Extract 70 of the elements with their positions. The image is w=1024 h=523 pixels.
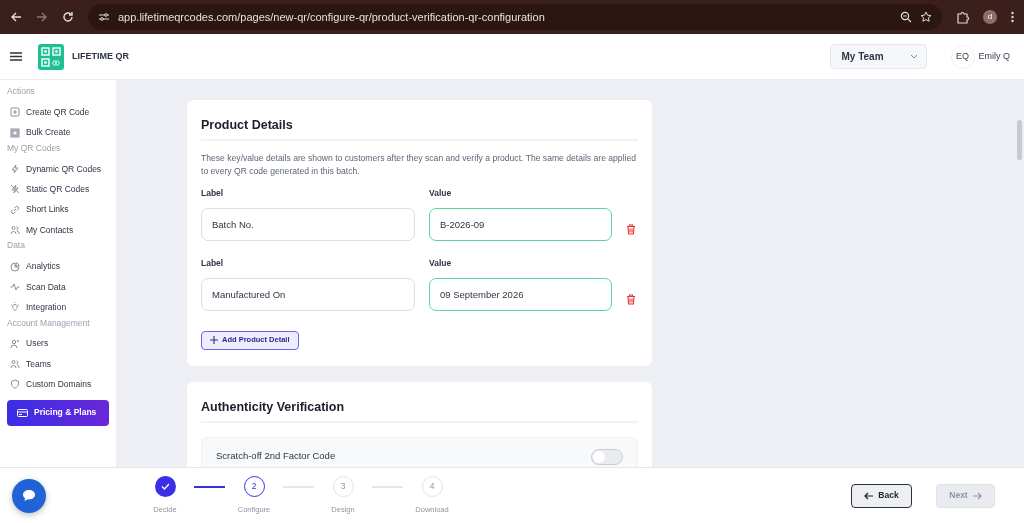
check-icon <box>160 482 170 490</box>
pie-chart-icon <box>10 261 20 272</box>
label-input[interactable]: Manufactured On <box>201 277 415 311</box>
field-label: Label <box>201 256 225 270</box>
shield-icon <box>10 379 20 390</box>
menu-dots-icon[interactable] <box>1011 11 1014 23</box>
chat-bubble-icon <box>22 489 36 502</box>
section-heading: My QR Codes <box>7 142 62 154</box>
site-settings-icon[interactable] <box>98 12 110 22</box>
qr-logo-icon <box>38 43 64 70</box>
chat-button[interactable] <box>12 478 46 513</box>
people-icon <box>10 225 20 236</box>
people-icon <box>10 359 20 370</box>
link-icon <box>10 204 20 215</box>
puzzle-icon[interactable] <box>956 10 969 24</box>
sidebar-item[interactable]: Integration <box>7 297 109 318</box>
value-input[interactable]: B-2026-09 <box>429 207 612 241</box>
step-circle[interactable] <box>154 475 176 497</box>
sidebar-item[interactable]: Bulk Create <box>7 122 109 143</box>
sidebar-item[interactable]: Dynamic QR Codes <box>7 158 109 180</box>
lightbulb-icon <box>10 302 20 313</box>
back-arrow-icon[interactable] <box>10 11 22 23</box>
url-text: app.lifetimeqrcodes.com/pages/new-qr/configure-qr/product-verification-qr-configuration <box>118 9 546 25</box>
right-arrow-icon <box>972 491 982 500</box>
description-text: These key/value details are shown to customers after they scan and verify a product. The same details are applied to every QR code generated in this batch. <box>201 152 637 177</box>
scrollbar[interactable] <box>1017 120 1022 160</box>
section-heading: Actions <box>7 86 36 97</box>
sidebar-item[interactable]: Analytics <box>7 256 109 277</box>
address-bar[interactable]: app.lifetimeqrcodes.com/pages/new-qr/configure-qr/product-verification-qr-configuration <box>88 4 942 30</box>
forward-arrow-icon[interactable] <box>36 11 48 23</box>
toggle-switch[interactable] <box>591 448 623 465</box>
card-icon <box>17 408 28 417</box>
section-title: Authenticity Verification <box>201 395 638 423</box>
profile-avatar[interactable]: d <box>983 10 997 24</box>
team-select[interactable]: My Team <box>829 44 927 69</box>
sidebar-item[interactable]: Teams <box>7 353 109 375</box>
back-button[interactable]: Back <box>851 483 912 508</box>
user-plus-icon <box>10 338 20 349</box>
sidebar-item[interactable]: My Contacts <box>7 219 109 241</box>
option-label: Scratch-off 2nd Factor Code <box>216 449 336 464</box>
pulse-icon <box>10 281 20 292</box>
sidebar-item[interactable]: Custom Domains <box>7 374 109 395</box>
menu-icon[interactable] <box>10 52 22 61</box>
star-icon[interactable] <box>920 11 932 23</box>
sidebar-item[interactable]: Short Links <box>7 199 109 220</box>
left-arrow-icon <box>864 491 874 500</box>
reload-icon[interactable] <box>62 11 74 23</box>
sidebar-item[interactable]: Create QR Code <box>7 102 109 123</box>
zoom-out-icon[interactable] <box>900 11 912 23</box>
sidebar-item[interactable]: Static QR Codes <box>7 179 109 200</box>
pricing-button[interactable]: Pricing & Plans <box>7 399 109 426</box>
sidebar-item[interactable]: Scan Data <box>7 276 109 298</box>
plus-icon <box>210 336 218 344</box>
section-heading: Account Management <box>7 317 91 329</box>
field-label: Label <box>201 187 225 200</box>
user-name[interactable]: Emily Q <box>978 49 1010 64</box>
sidebar-item[interactable]: Users <box>7 333 109 354</box>
chevron-down-icon <box>909 54 918 59</box>
label-input[interactable]: Batch No. <box>201 207 415 241</box>
section-heading: Data <box>7 240 26 252</box>
lightning-off-icon <box>10 184 20 195</box>
trash-icon[interactable] <box>626 223 636 235</box>
trash-icon[interactable] <box>626 293 636 305</box>
section-title: Product Details <box>201 114 638 141</box>
field-label: Value <box>429 187 453 200</box>
lightning-icon <box>10 163 20 174</box>
value-input[interactable]: 09 September 2026 <box>429 277 612 311</box>
brand-name: LIFETIME QR <box>72 49 129 63</box>
field-label: Value <box>429 256 453 270</box>
step-circle[interactable]: 2 <box>243 475 265 497</box>
